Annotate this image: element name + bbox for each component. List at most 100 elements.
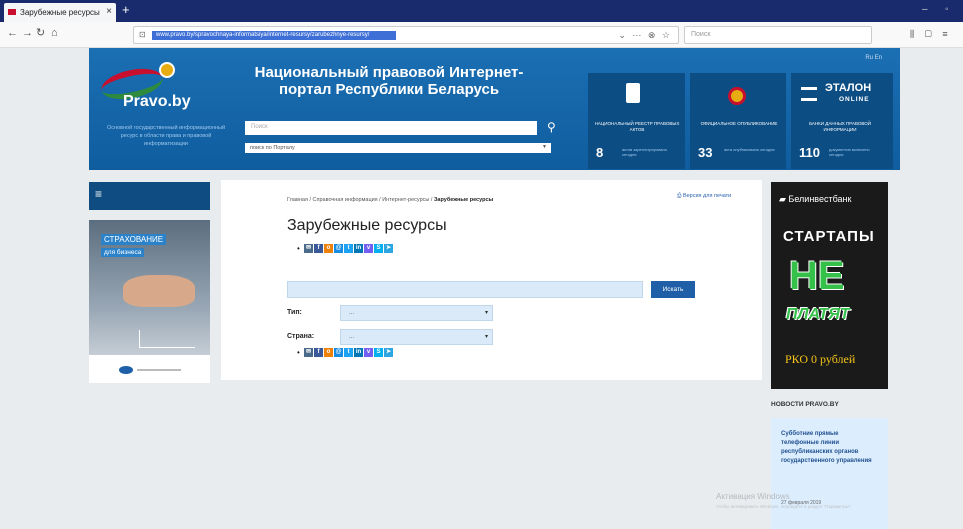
search-button[interactable]: Искать [651, 281, 695, 298]
banner-subtitle: для бизнеса [101, 248, 145, 257]
tab-title: Зарубежные ресурсы [20, 8, 100, 17]
share-bar-bottom: • ✉ f o @ t in v S ➤ [297, 348, 393, 358]
country-select-value: ... [349, 334, 355, 340]
logo-description: Основной государственный информационный … [106, 125, 226, 147]
skype-share-icon[interactable]: S [374, 244, 383, 253]
browser-search-input[interactable]: Поиск [684, 26, 872, 44]
ad-line-rko: РКО 0 рублей [785, 352, 856, 366]
country-label: Страна: [287, 333, 315, 340]
close-tab-icon[interactable]: × [106, 6, 112, 17]
share-bar-top: • ✉ f o @ t in v S ➤ [297, 244, 393, 254]
stack-icon [801, 87, 817, 101]
chevron-down-icon: ▼ [542, 144, 547, 150]
home-icon[interactable]: ⌂ [51, 28, 58, 39]
back-icon[interactable]: ← [7, 28, 18, 39]
twitter-share-icon[interactable]: t [344, 348, 353, 357]
insurer-logo-text [137, 369, 181, 371]
tile-note: актов зарегистрировано сегодня [622, 147, 667, 157]
search-scope-select[interactable]: поиск по Порталу ▼ [245, 143, 551, 153]
tile-note: документов включено сегодня [829, 147, 870, 157]
facebook-share-icon[interactable]: f [314, 244, 323, 253]
tile-legal-databases[interactable]: ЭТАЛОН ONLINE БАНКИ ДАННЫХ ПРАВОВОЙ ИНФО… [791, 73, 893, 169]
windows-activation-note: Чтобы активировать Windows, перейдите в … [716, 504, 852, 509]
bank-brand: ▰ Белинвестбанк [779, 194, 851, 205]
emblem-icon [728, 87, 746, 105]
print-version-link[interactable]: ⎙ Версия для печати [677, 193, 731, 200]
etalon-brand-sub: ONLINE [839, 96, 870, 103]
odnoklassniki-share-icon[interactable]: o [324, 244, 333, 253]
bank-brand-text: Белинвестбанк [788, 194, 852, 204]
site-header: Pravo.by Основной государственный информ… [89, 48, 900, 170]
ad-line-startups: СТАРТАПЫ [783, 228, 875, 245]
tile-note: акта опубликовано сегодня [724, 147, 775, 152]
browser-tab[interactable]: Зарубежные ресурсы × [4, 3, 116, 22]
breadcrumb: Главная / Справочная информация / Интерн… [287, 197, 493, 203]
linkedin-share-icon[interactable]: in [354, 244, 363, 253]
twitter-share-icon[interactable]: t [344, 244, 353, 253]
search-scope-value: поиск по Порталу [250, 145, 295, 151]
insurance-banner[interactable]: СТРАХОВАНИЕ для бизнеса [89, 220, 210, 383]
telegram-share-icon[interactable]: ➤ [384, 348, 393, 357]
skype-share-icon[interactable]: S [374, 348, 383, 357]
email-share-icon[interactable]: ✉ [304, 348, 313, 357]
minimize-icon[interactable]: – [922, 4, 928, 15]
type-select[interactable]: ... ▾ [340, 305, 493, 321]
bullet: • [297, 348, 300, 357]
address-bar[interactable]: ⊡ www.pravo.by/spravochnaya-informatsiya… [133, 26, 679, 44]
search-icon[interactable]: ⚲ [547, 120, 556, 134]
bullet: • [297, 244, 300, 253]
url-text[interactable]: www.pravo.by/spravochnaya-informatsiya/i… [152, 31, 396, 40]
linkedin-share-icon[interactable]: in [354, 348, 363, 357]
tile-label: НАЦИОНАЛЬНЫЙ РЕЕСТР ПРАВОВЫХ АКТОВ [594, 121, 680, 132]
forward-icon[interactable]: → [22, 28, 33, 39]
country-select[interactable]: ... ▾ [340, 329, 493, 345]
bank-ad-banner[interactable]: ▰ Белинвестбанк СТАРТАПЫ НЕ ПЛАТЯТ РКО 0… [771, 182, 888, 389]
hamburger-icon: ≡ [95, 187, 103, 201]
news-item-title[interactable]: Субботние прямые телефонные линии респуб… [781, 430, 873, 466]
chart-image [139, 330, 195, 348]
site-title: Национальный правовой Интернет-портал Ре… [254, 64, 524, 98]
news-item[interactable]: Субботние прямые телефонные линии респуб… [771, 418, 888, 529]
document-icon [626, 83, 640, 103]
tile-label: ОФИЦИАЛЬНОЕ ОПУБЛИКОВАНИЕ [700, 121, 778, 126]
type-select-value: ... [349, 310, 355, 316]
search-input[interactable] [287, 281, 643, 298]
email-share-icon[interactable]: ✉ [304, 244, 313, 253]
facebook-share-icon[interactable]: f [314, 348, 323, 357]
page-actions-icon[interactable]: ⌄ ⋯ ⊗ ☆ [618, 30, 672, 41]
tile-official-publication[interactable]: ОФИЦИАЛЬНОЕ ОПУБЛИКОВАНИЕ 33 акта опубли… [690, 73, 786, 169]
chevron-down-icon: ▾ [484, 310, 488, 316]
new-tab-icon[interactable]: + [122, 3, 130, 16]
type-label: Тип: [287, 309, 302, 316]
bank-logo-icon: ▰ [779, 194, 789, 204]
site-logo[interactable]: Pravo.by [123, 93, 191, 111]
menu-button[interactable]: ≡ [89, 182, 210, 210]
banner-footer [89, 355, 210, 383]
tile-count: 8 [596, 145, 604, 160]
lock-icon: ⊡ [139, 30, 146, 39]
browser-nav-bar: ← → ↻ ⌂ ⊡ www.pravo.by/spravochnaya-info… [0, 22, 963, 48]
logo-emblem-icon [159, 62, 175, 78]
windows-activation-watermark: Активация Windows [716, 492, 790, 501]
chevron-down-icon: ▾ [484, 334, 488, 340]
news-heading: НОВОСТИ PRAVO.BY [771, 401, 839, 408]
restore-icon[interactable]: ◦ [945, 4, 949, 15]
page-title: Зарубежные ресурсы [287, 217, 447, 234]
handshake-image [123, 275, 195, 307]
tile-legal-registry[interactable]: НАЦИОНАЛЬНЫЙ РЕЕСТР ПРАВОВЫХ АКТОВ 8 акт… [588, 73, 685, 169]
odnoklassniki-share-icon[interactable]: o [324, 348, 333, 357]
mailru-share-icon[interactable]: @ [334, 244, 343, 253]
banner-title: СТРАХОВАНИЕ [101, 234, 167, 245]
reload-icon[interactable]: ↻ [36, 28, 45, 39]
browser-tab-bar: Зарубежные ресурсы × + – ◦ [0, 0, 963, 22]
breadcrumb-path[interactable]: Главная / Справочная информация / Интерн… [287, 197, 434, 203]
toolbar-icons[interactable]: ⫼ ▢ ≡ [910, 29, 952, 40]
language-switch[interactable]: Ru En [865, 55, 882, 61]
viber-share-icon[interactable]: v [364, 348, 373, 357]
viber-share-icon[interactable]: v [364, 244, 373, 253]
breadcrumb-current: Зарубежные ресурсы [433, 197, 494, 203]
portal-search-input[interactable]: Поиск [245, 121, 537, 135]
telegram-share-icon[interactable]: ➤ [384, 244, 393, 253]
tile-label: БАНКИ ДАННЫХ ПРАВОВОЙ ИНФОРМАЦИИ [809, 121, 871, 132]
mailru-share-icon[interactable]: @ [334, 348, 343, 357]
